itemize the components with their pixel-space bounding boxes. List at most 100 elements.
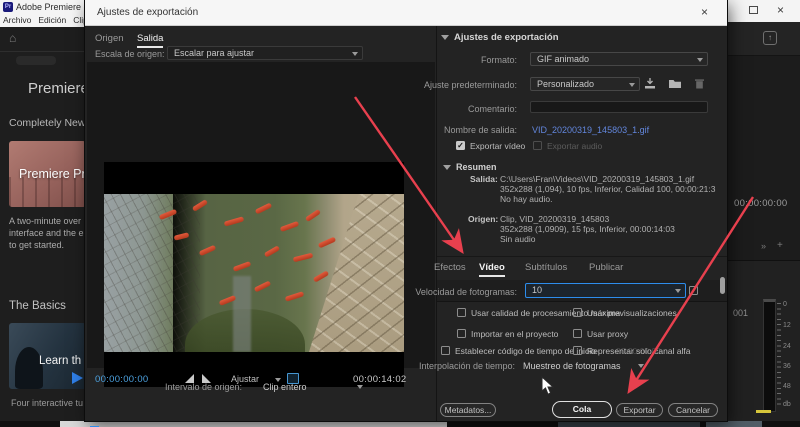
interpolation-dropdown[interactable]: Muestreo de fotogramas bbox=[523, 361, 621, 371]
home-icon[interactable]: ⌂ bbox=[9, 31, 16, 45]
origen-line-1: Clip, VID_20200319_145803 bbox=[500, 214, 610, 224]
audio-meter-bars bbox=[763, 299, 776, 412]
format-value: GIF animado bbox=[537, 54, 590, 64]
tutorial-card-basics[interactable]: Learn th bbox=[9, 323, 85, 389]
card-new-overlay-text: Premiere Pr bbox=[19, 167, 85, 181]
video-preview bbox=[104, 194, 404, 352]
home-divider bbox=[0, 51, 85, 52]
use-previews-label: Usar previsualizaciones bbox=[587, 308, 677, 318]
preset-dropdown[interactable]: Personalizado bbox=[530, 77, 640, 91]
app-titlebar-right: × bbox=[727, 0, 800, 22]
comment-input[interactable] bbox=[530, 101, 708, 113]
tab-efectos[interactable]: Efectos bbox=[434, 262, 466, 273]
export-video-label: Exportar vídeo bbox=[470, 141, 526, 151]
scale-dropdown[interactable]: Escalar para ajustar bbox=[167, 46, 363, 60]
tutorial-card-new[interactable]: Premiere Pr bbox=[9, 141, 85, 207]
meter-label-db: db bbox=[783, 401, 791, 408]
tab-video[interactable]: Vídeo bbox=[479, 262, 505, 277]
timecode-in[interactable]: 00:00:00:00 bbox=[95, 374, 149, 385]
chevron-down-icon bbox=[629, 82, 635, 87]
dialog-close-icon[interactable]: × bbox=[701, 5, 708, 19]
chevron-down-icon bbox=[697, 57, 703, 62]
range-value: Clip entero bbox=[263, 382, 307, 392]
summary-origen-lines: Clip, VID_20200319_145803 352x288 (1,090… bbox=[500, 214, 675, 244]
import-project-checkbox[interactable] bbox=[457, 329, 466, 338]
frame-rate-dropdown[interactable]: 10 bbox=[525, 283, 686, 298]
tab-salida[interactable]: Salida bbox=[137, 33, 164, 48]
tab-publicar[interactable]: Publicar bbox=[589, 262, 623, 273]
salida-line-2: 352x288 (1,094), 10 fps, Inferior, Calid… bbox=[500, 184, 716, 194]
output-name-label: Nombre de salida: bbox=[443, 125, 517, 135]
alpha-only-label: Representar solo canal alfa bbox=[587, 346, 691, 356]
summary-caret-icon[interactable] bbox=[443, 165, 451, 170]
card-basics-overlay-text: Learn th bbox=[39, 355, 82, 367]
use-previews-checkbox[interactable] bbox=[573, 308, 582, 317]
chevron-down-icon bbox=[357, 385, 363, 389]
dialog-titlebar[interactable]: Ajustes de exportación × bbox=[85, 0, 727, 26]
share-export-icon[interactable]: ↑ bbox=[763, 31, 777, 45]
import-preset-folder-icon[interactable] bbox=[668, 77, 682, 90]
summary-origen-label: Origen: bbox=[468, 214, 499, 224]
meter-label-48: 48 bbox=[783, 383, 791, 390]
origen-line-2: 352x288 (1,0909), 15 fps, Inferior, 00:0… bbox=[500, 224, 675, 234]
tabs-separator bbox=[437, 256, 727, 257]
video-frame bbox=[104, 162, 404, 387]
blurb-line-3: to get started. bbox=[9, 240, 65, 250]
settings-header: Ajustes de exportación bbox=[454, 32, 559, 43]
home-footer-text: Four interactive tu bbox=[11, 398, 84, 408]
summary-header: Resumen bbox=[456, 162, 497, 172]
silhouette bbox=[15, 347, 43, 389]
card-posts-texture bbox=[9, 176, 85, 207]
save-preset-icon[interactable] bbox=[643, 77, 657, 90]
audio-meter-panel: 001 0 12 24 36 48 db bbox=[727, 261, 800, 421]
output-name-link[interactable]: VID_20200319_145803_1.gif bbox=[532, 125, 649, 135]
origen-line-3: Sin audio bbox=[500, 234, 536, 244]
close-window-icon[interactable]: × bbox=[777, 3, 784, 17]
timecode-duration: 00:00:14:02 bbox=[353, 374, 407, 385]
fast-forward-icon[interactable]: » bbox=[761, 241, 766, 251]
restore-window-icon[interactable] bbox=[749, 6, 758, 14]
use-proxy-label: Usar proxy bbox=[587, 329, 629, 339]
frame-rate-checkbox[interactable] bbox=[689, 286, 698, 295]
render-quality-checkbox[interactable] bbox=[457, 308, 466, 317]
export-button[interactable]: Exportar bbox=[616, 403, 663, 417]
export-audio-checkbox[interactable] bbox=[533, 141, 542, 150]
salida-line-3: No hay audio. bbox=[500, 194, 553, 204]
cancel-button[interactable]: Cancelar bbox=[668, 403, 718, 417]
alpha-only-checkbox[interactable] bbox=[573, 346, 582, 355]
menu-archivo[interactable]: Archivo bbox=[3, 15, 31, 25]
queue-button[interactable]: Cola bbox=[552, 401, 612, 418]
import-project-label: Importar en el proyecto bbox=[471, 329, 559, 339]
program-timecode: 00:00:00:00 bbox=[734, 198, 788, 209]
tab-origen[interactable]: Origen bbox=[95, 33, 124, 44]
export-audio-label: Exportar audio bbox=[547, 141, 603, 151]
blurb-line-2: interface and the e bbox=[9, 228, 84, 238]
meter-mini-value: 001 bbox=[733, 308, 749, 318]
blurred-pole bbox=[233, 276, 251, 352]
delete-preset-trash-icon[interactable] bbox=[693, 77, 706, 90]
back-pill[interactable] bbox=[16, 56, 56, 65]
menu-edicion[interactable]: Edición bbox=[38, 15, 66, 25]
meter-label-24: 24 bbox=[783, 343, 791, 350]
range-dropdown[interactable]: Clip entero bbox=[263, 382, 307, 392]
plus-icon[interactable]: + bbox=[777, 240, 783, 251]
chevron-down-icon bbox=[638, 364, 644, 368]
blurb-line-1: A two-minute over bbox=[9, 216, 82, 226]
preset-value: Personalizado bbox=[537, 79, 595, 89]
monitor-toolbar: ↑ bbox=[727, 22, 800, 56]
metadata-button[interactable]: Metadatos... bbox=[440, 403, 496, 417]
meter-ticks bbox=[777, 303, 781, 408]
export-video-checkbox[interactable]: ✓ bbox=[456, 141, 465, 150]
frame-rate-label: Velocidad de fotogramas: bbox=[415, 287, 517, 297]
home-screen-panel: ⌂ Premiere Pr Completely New Premiere Pr… bbox=[0, 27, 85, 421]
bottom-strip-right bbox=[706, 421, 762, 427]
dialog-scrollbar-thumb[interactable] bbox=[720, 277, 725, 294]
export-settings-dialog: Ajustes de exportación × Origen Salida E… bbox=[85, 0, 727, 427]
interpolation-label: Interpolación de tiempo: bbox=[418, 361, 515, 371]
collapse-caret-icon[interactable] bbox=[441, 35, 449, 40]
bottom-strip bbox=[0, 421, 800, 427]
start-timecode-checkbox[interactable] bbox=[441, 346, 450, 355]
use-proxy-checkbox[interactable] bbox=[573, 329, 582, 338]
format-dropdown[interactable]: GIF animado bbox=[530, 52, 708, 66]
tab-subtitulos[interactable]: Subtítulos bbox=[525, 262, 567, 273]
